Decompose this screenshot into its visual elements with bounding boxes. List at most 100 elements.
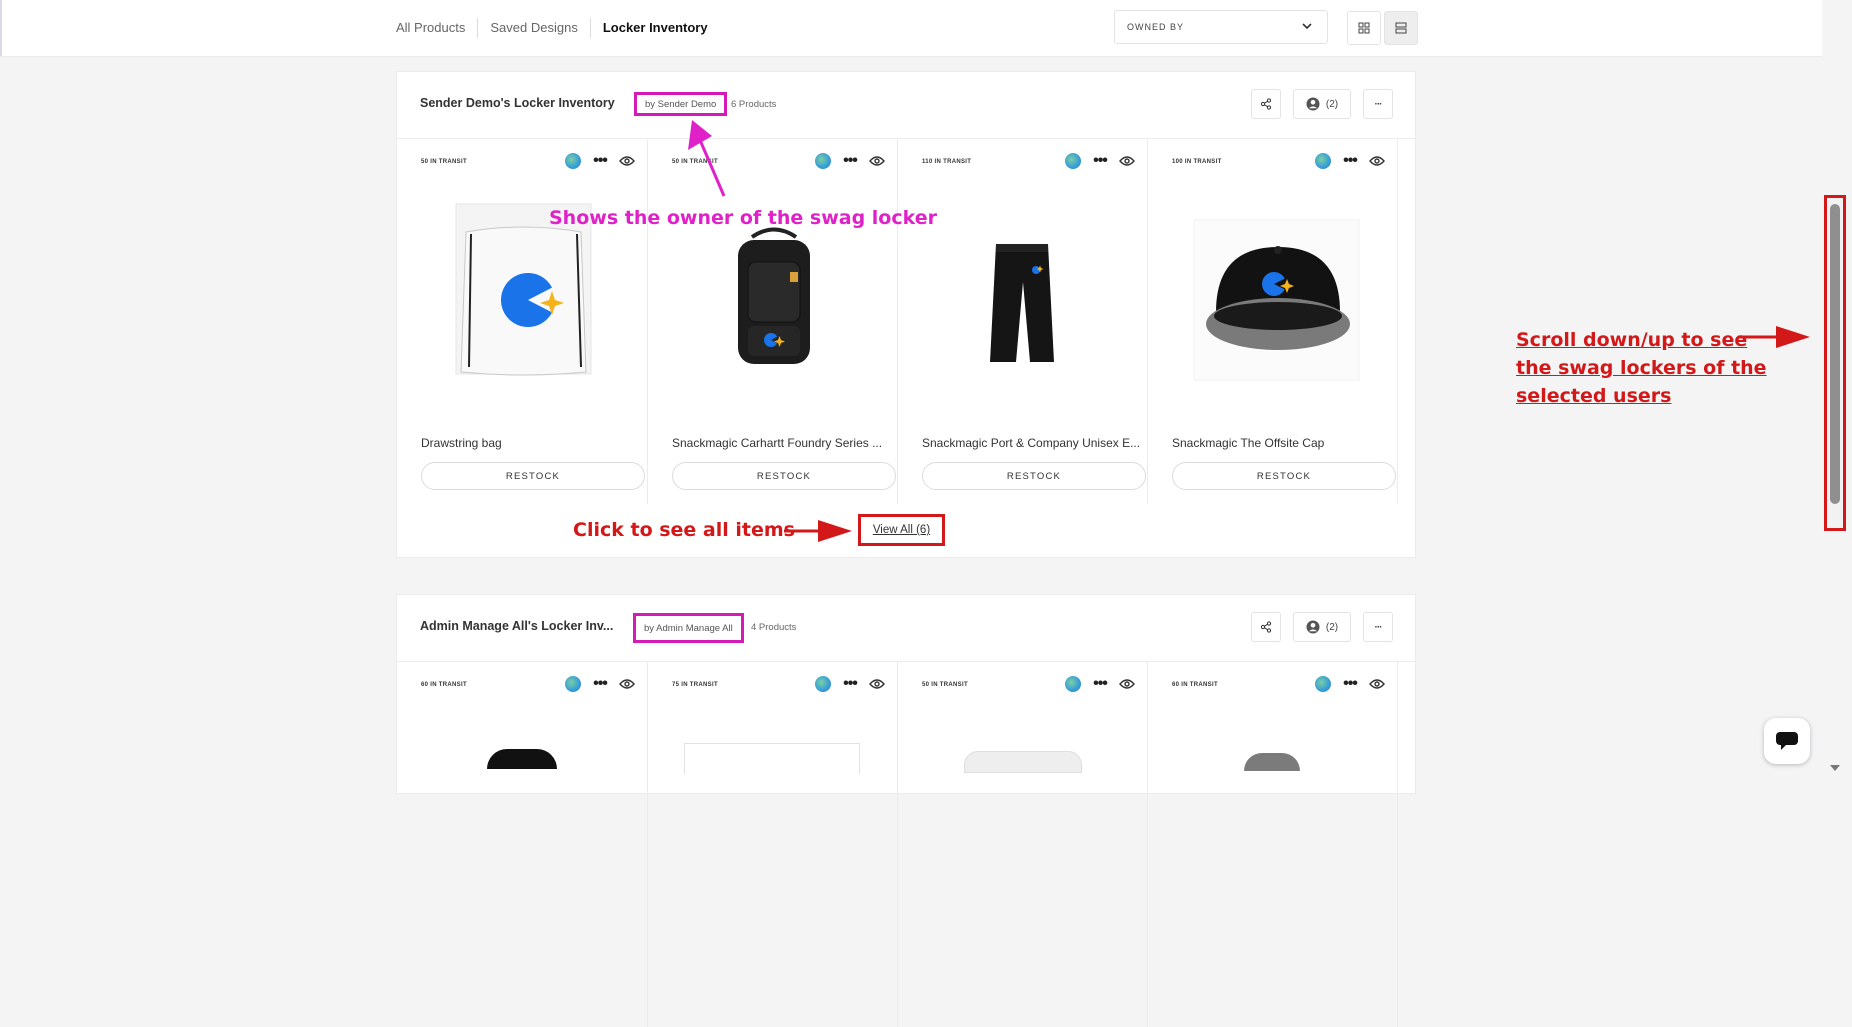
product-grid: 50 IN TRANSIT ••• Drawstring bag RESTOCK	[397, 138, 1398, 504]
scroll-down-arrow-icon[interactable]	[1829, 764, 1841, 772]
product-image-backpack	[672, 202, 872, 382]
product-image-partial	[487, 749, 557, 769]
globe-icon[interactable]	[565, 153, 581, 169]
scrollbar-thumb[interactable]	[1830, 204, 1840, 504]
eye-icon[interactable]	[619, 155, 635, 167]
user-icon	[1306, 620, 1320, 634]
scroll-annotation-line: the swag lockers of the	[1516, 357, 1767, 379]
product-tile[interactable]: 60 IN TRANSIT •••	[397, 661, 648, 1027]
top-bar: All Products Saved Designs Locker Invent…	[0, 0, 1822, 57]
grid-view-button[interactable]	[1347, 11, 1381, 45]
globe-icon[interactable]	[1065, 153, 1081, 169]
assigned-users-button[interactable]: (2)	[1293, 612, 1351, 642]
eye-icon[interactable]	[1369, 678, 1385, 690]
product-name: Drawstring bag	[421, 436, 502, 450]
globe-icon[interactable]	[1315, 153, 1331, 169]
product-grid: 60 IN TRANSIT ••• 75 IN TRANSIT ••• 50 I…	[397, 661, 1398, 1027]
globe-icon[interactable]	[1315, 676, 1331, 692]
more-icon[interactable]: •••	[1339, 676, 1361, 692]
product-count: 6 Products	[731, 99, 777, 110]
product-image-partial	[1244, 753, 1300, 771]
chat-icon	[1775, 730, 1799, 752]
globe-icon[interactable]	[565, 676, 581, 692]
eye-icon[interactable]	[1369, 155, 1385, 167]
list-view-icon	[1395, 22, 1407, 34]
scrollbar[interactable]	[1824, 195, 1846, 531]
scroll-annotation-line: selected users	[1516, 385, 1672, 407]
more-icon[interactable]: •••	[839, 676, 861, 692]
more-options-button[interactable]: ···	[1363, 89, 1393, 119]
transit-badge: 100 IN TRANSIT	[1172, 159, 1222, 165]
assigned-users-count: (2)	[1325, 98, 1339, 110]
eye-icon[interactable]	[619, 678, 635, 690]
view-all-link[interactable]: View All (6)	[858, 514, 945, 546]
more-icon[interactable]: •••	[839, 153, 861, 169]
share-icon	[1260, 621, 1272, 633]
locker-header: Sender Demo's Locker Inventory by Sender…	[397, 72, 1415, 139]
more-icon[interactable]: •••	[589, 676, 611, 692]
assigned-users-button[interactable]: (2)	[1293, 89, 1351, 119]
transit-badge: 50 IN TRANSIT	[922, 682, 968, 688]
product-tile[interactable]: 50 IN TRANSIT ••• Snackmagic Carhartt Fo…	[648, 138, 898, 504]
product-tile[interactable]: 50 IN TRANSIT ••• Drawstring bag RESTOCK	[397, 138, 648, 504]
tab-all-products[interactable]: All Products	[396, 18, 477, 38]
product-name: Snackmagic Carhartt Foundry Series ...	[672, 436, 883, 450]
share-button[interactable]	[1251, 612, 1281, 642]
chat-button[interactable]	[1764, 718, 1810, 764]
more-icon: ···	[1374, 98, 1383, 110]
list-view-button[interactable]	[1384, 11, 1418, 45]
product-tile[interactable]: 60 IN TRANSIT •••	[1148, 661, 1398, 1027]
product-count: 4 Products	[751, 622, 797, 633]
eye-icon[interactable]	[1119, 155, 1135, 167]
more-icon[interactable]: •••	[1089, 676, 1111, 692]
product-image-sweatpants	[922, 202, 1122, 382]
more-icon: ···	[1374, 621, 1383, 633]
product-tile[interactable]: 50 IN TRANSIT •••	[898, 661, 1148, 1027]
owner-badge: by Sender Demo	[634, 92, 728, 116]
owned-by-label: OWNED BY	[1127, 22, 1185, 32]
globe-icon[interactable]	[815, 153, 831, 169]
more-icon[interactable]: •••	[1339, 153, 1361, 169]
tab-nav: All Products Saved Designs Locker Invent…	[396, 0, 720, 56]
more-icon[interactable]: •••	[589, 153, 611, 169]
scroll-annotation: Scroll down/up to see the swag lockers o…	[1516, 326, 1767, 410]
restock-button[interactable]: RESTOCK	[922, 462, 1146, 490]
eye-icon[interactable]	[869, 155, 885, 167]
product-name: Snackmagic The Offsite Cap	[1172, 436, 1325, 450]
eye-icon[interactable]	[869, 678, 885, 690]
tab-locker-inventory[interactable]: Locker Inventory	[589, 18, 720, 38]
transit-badge: 60 IN TRANSIT	[421, 682, 467, 688]
assigned-users-count: (2)	[1325, 621, 1339, 633]
product-tile[interactable]: 75 IN TRANSIT •••	[648, 661, 898, 1027]
product-name: Snackmagic Port & Company Unisex E...	[922, 436, 1141, 450]
locker-header: Admin Manage All's Locker Inv... by Admi…	[397, 595, 1415, 662]
more-icon[interactable]: •••	[1089, 153, 1111, 169]
divider	[0, 0, 2, 56]
globe-icon[interactable]	[1065, 676, 1081, 692]
tab-saved-designs[interactable]: Saved Designs	[477, 18, 589, 38]
view-all-annotation: Click to see all items	[573, 519, 795, 541]
user-icon	[1306, 97, 1320, 111]
grid-view-icon	[1358, 22, 1370, 34]
product-tile[interactable]: 110 IN TRANSIT ••• Snackmagic Port & Com…	[898, 138, 1148, 504]
globe-icon[interactable]	[815, 676, 831, 692]
restock-button[interactable]: RESTOCK	[672, 462, 896, 490]
chevron-down-icon	[1301, 20, 1313, 32]
transit-badge: 60 IN TRANSIT	[1172, 682, 1218, 688]
eye-icon[interactable]	[1119, 678, 1135, 690]
product-tile[interactable]: 100 IN TRANSIT ••• Snackmagic The Offsit…	[1148, 138, 1398, 504]
transit-badge: 110 IN TRANSIT	[922, 159, 972, 165]
locker-card: Admin Manage All's Locker Inv... by Admi…	[396, 594, 1416, 1027]
scroll-annotation-line: Scroll down/up to see	[1516, 329, 1748, 351]
share-button[interactable]	[1251, 89, 1281, 119]
product-image-partial	[964, 751, 1082, 773]
more-options-button[interactable]: ···	[1363, 612, 1393, 642]
share-icon	[1260, 98, 1272, 110]
restock-button[interactable]: RESTOCK	[421, 462, 645, 490]
product-image-partial	[684, 743, 860, 774]
locker-title: Admin Manage All's Locker Inv...	[420, 619, 614, 633]
restock-button[interactable]: RESTOCK	[1172, 462, 1396, 490]
owner-annotation: Shows the owner of the swag locker	[549, 207, 938, 229]
owned-by-dropdown[interactable]: OWNED BY	[1114, 10, 1328, 44]
transit-badge: 75 IN TRANSIT	[672, 682, 718, 688]
